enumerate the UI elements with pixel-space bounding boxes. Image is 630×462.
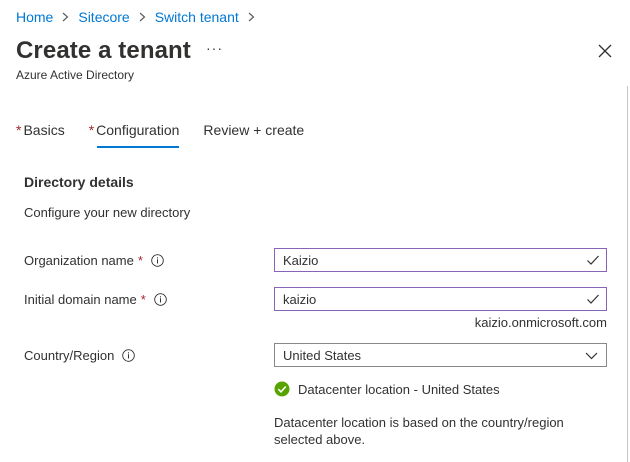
tab-configuration[interactable]: * Configuration	[88, 122, 180, 148]
domain-name-input[interactable]: kaizio	[274, 287, 607, 311]
close-button[interactable]	[598, 44, 612, 58]
org-name-label-text: Organization name	[24, 253, 134, 268]
required-mark: *	[140, 292, 146, 307]
domain-name-label: Initial domain name *	[24, 292, 167, 307]
domain-name-label-text: Initial domain name	[24, 292, 137, 307]
checkmark-icon	[587, 255, 599, 265]
breadcrumb-sitecore[interactable]: Sitecore	[78, 9, 129, 25]
country-value: United States	[283, 347, 362, 363]
chevron-right-icon	[62, 12, 69, 22]
datacenter-status: Datacenter location - United States	[274, 381, 500, 397]
page-title: Create a tenant	[16, 37, 191, 64]
info-icon[interactable]	[151, 254, 164, 267]
checkmark-icon	[587, 294, 599, 304]
required-mark: *	[137, 253, 143, 268]
tab-label: Basics	[23, 122, 65, 138]
org-name-label: Organization name *	[24, 253, 164, 268]
org-name-value: Kaizio	[283, 252, 319, 268]
chevron-right-icon	[248, 12, 255, 22]
tab-label: Review + create	[203, 122, 305, 138]
close-icon	[598, 44, 612, 58]
breadcrumb: Home Sitecore Switch tenant	[16, 9, 264, 25]
chevron-down-icon	[585, 352, 598, 360]
tab-review-create[interactable]: Review + create	[203, 122, 304, 148]
datacenter-note: Datacenter location is based on the coun…	[274, 415, 564, 447]
chevron-right-icon	[139, 12, 146, 22]
wizard-tabs: * Basics * Configuration Review + create	[16, 122, 328, 150]
breadcrumb-home[interactable]: Home	[16, 9, 53, 25]
page-subtitle: Azure Active Directory	[16, 68, 135, 82]
country-label: Country/Region	[24, 348, 136, 363]
panel-border	[627, 86, 628, 462]
country-select[interactable]: United States	[274, 343, 607, 367]
domain-suffix: kaizio.onmicrosoft.com	[474, 315, 607, 330]
org-name-input[interactable]: Kaizio	[274, 248, 607, 272]
section-description: Configure your new directory	[24, 205, 191, 220]
tab-label: Configuration	[96, 122, 180, 138]
success-check-icon	[274, 381, 290, 397]
tab-basics[interactable]: * Basics	[16, 122, 65, 148]
required-mark: *	[16, 122, 22, 138]
section-title: Directory details	[24, 174, 134, 190]
info-icon[interactable]	[154, 293, 167, 306]
more-options-button[interactable]: ···	[206, 40, 223, 56]
domain-name-value: kaizio	[283, 291, 317, 307]
country-label-text: Country/Region	[24, 348, 115, 363]
info-icon[interactable]	[122, 349, 136, 362]
required-mark: *	[88, 122, 95, 138]
datacenter-status-text: Datacenter location - United States	[298, 381, 500, 397]
breadcrumb-switch-tenant[interactable]: Switch tenant	[155, 9, 239, 25]
